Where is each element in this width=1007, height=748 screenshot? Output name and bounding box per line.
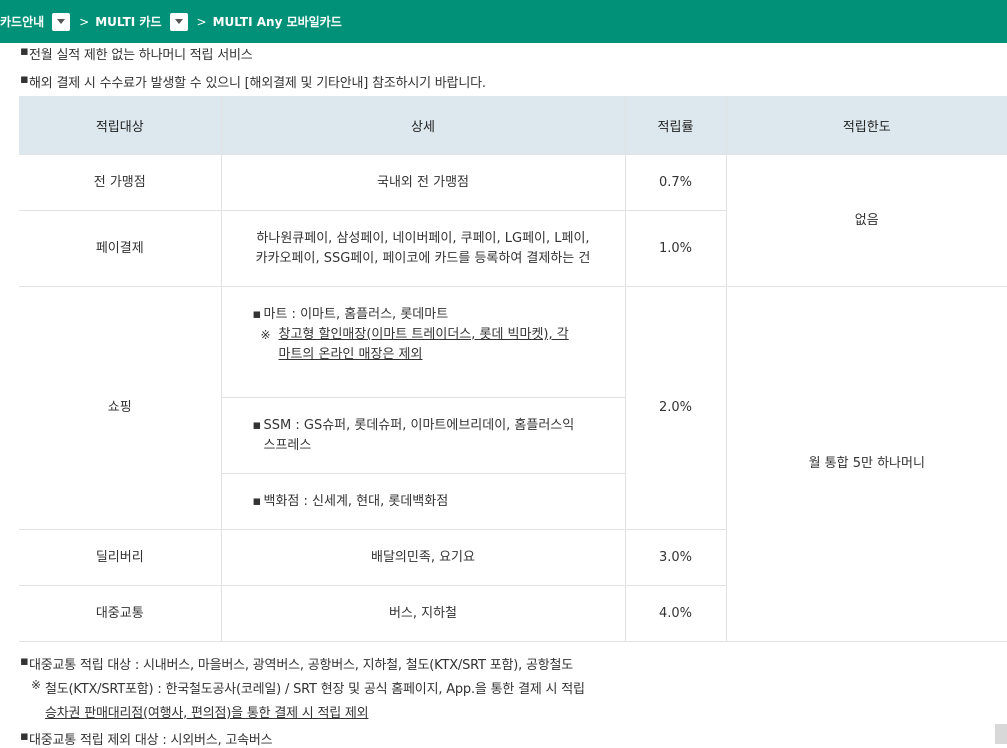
detail-line: 카카오페이, SSG페이, 페이코에 카드를 등록하여 결제하는 건 [255, 250, 591, 266]
note-text-line: 창고형 할인매장(이마트 트레이더스, 롯데 빅마켓), 각 [278, 327, 569, 342]
bullet-icon: ▪ [20, 654, 29, 669]
note-text: 대중교통 적립 대상 : 시내버스, 마을버스, 광역버스, 공항버스, 지하철… [29, 658, 573, 673]
list-item: ▪ 마트 : 이마트, 홈플러스, 롯데마트 [253, 305, 613, 325]
header-limit: 적립한도 [725, 96, 1007, 155]
cell-detail: 하나원큐페이, 삼성페이, 네이버페이, 쿠페이, LG페이, L페이, 카카오… [220, 210, 626, 287]
detail-text: SSM : GS슈퍼, 롯데슈퍼, 이마트에브리데이, 홈플러스익 스프레스 [264, 416, 575, 456]
cell-detail-dept: ▪ 백화점 : 신세계, 현대, 롯데백화점 [220, 473, 626, 530]
breadcrumb-label: MULTI Any 모바일카드 [212, 15, 342, 29]
detail-text: 마트 : 이마트, 홈플러스, 롯데마트 [263, 307, 449, 322]
cell-rate: 2.0% [624, 286, 727, 530]
bullet-icon: ▪ [20, 729, 29, 744]
table-row: 쇼핑 ▪ 마트 : 이마트, 홈플러스, 롯데마트 ※ 창고형 할인매장(이마트… [19, 286, 1007, 642]
breadcrumb-bar: 카드안내 > MULTI 카드 > MULTI Any 모바일카드 [0, 0, 1007, 43]
bullet-icon: ▪ [252, 417, 262, 433]
header-target: 적립대상 [19, 96, 221, 155]
list-item: ▪ SSM : GS슈퍼, 롯데슈퍼, 이마트에브리데이, 홈플러스익 스프레스 [253, 416, 613, 456]
note-text: 대중교통 적립 제외 대상 : 시외버스, 고속버스 [29, 733, 273, 748]
breadcrumb-label: 카드안내 [0, 15, 45, 29]
bullet-icon: ▪ [20, 72, 29, 87]
cell-target: 대중교통 [19, 585, 222, 642]
breadcrumb-item-current: MULTI Any 모바일카드 [213, 13, 342, 30]
bullet-icon: ▪ [252, 493, 262, 509]
table-header-row: 적립대상 상세 적립률 적립한도 [19, 96, 1007, 155]
cell-detail: 버스, 지하철 [220, 585, 626, 642]
dropdown-button-multi-card[interactable] [169, 12, 188, 31]
breadcrumb-label: MULTI 카드 [95, 15, 162, 29]
header-rate: 적립률 [624, 96, 726, 155]
reference-mark-icon: ※ [260, 328, 271, 342]
cell-rate: 1.0% [624, 210, 727, 287]
list-item: ▪ 백화점 : 신세계, 현대, 롯데백화점 [253, 492, 613, 512]
bullet-icon: ▪ [252, 307, 262, 322]
detail-line: 하나원큐페이, 삼성페이, 네이버페이, 쿠페이, LG페이, L페이, [256, 230, 590, 246]
dropdown-button-card-guide[interactable] [52, 12, 71, 31]
chevron-down-icon [57, 19, 66, 24]
breadcrumb-item-multi-card: MULTI 카드 [95, 12, 188, 31]
note-text: 철도(KTX/SRT포함) : 한국철도공사(코레일) / SRT 현장 및 공… [45, 682, 585, 697]
bullet-icon: ▪ [20, 44, 29, 59]
note-text: 승차권 판매대리점(여행사, 편의점)을 통한 결제 시 적립 제외 [45, 706, 369, 721]
breadcrumb-item-card-guide: 카드안내 [0, 12, 71, 31]
cell-target: 쇼핑 [19, 286, 222, 530]
table-row: 전 가맹점 국내외 전 가맹점 0.7% 없음 [19, 154, 1007, 287]
cell-limit: 없음 [725, 154, 1007, 287]
header-detail: 상세 [220, 96, 625, 155]
cell-detail-mart: ▪ 마트 : 이마트, 홈플러스, 롯데마트 ※ 창고형 할인매장(이마트 트레… [220, 286, 626, 398]
cell-limit: 월 통합 5만 하나머니 [725, 286, 1007, 642]
scrollbar-thumb[interactable] [995, 724, 1007, 744]
detail-text: 백화점 : 신세계, 현대, 롯데백화점 [263, 493, 449, 509]
cell-target: 전 가맹점 [19, 154, 222, 211]
cell-target: 페이결제 [19, 210, 222, 287]
cell-detail-ssm: ▪ SSM : GS슈퍼, 롯데슈퍼, 이마트에브리데이, 홈플러스익 스프레스 [220, 397, 626, 474]
detail-text-line: 스프레스 [263, 437, 312, 453]
cell-target: 딜리버리 [19, 529, 222, 586]
cell-detail: 국내외 전 가맹점 [220, 154, 626, 211]
note-text: 창고형 할인매장(이마트 트레이더스, 롯데 빅마켓), 각 마트의 온라인 매… [279, 325, 569, 365]
detail-text-line: SSM : GS슈퍼, 롯데슈퍼, 이마트에브리데이, 홈플러스익 [263, 417, 575, 433]
cell-rate: 4.0% [624, 585, 727, 642]
breadcrumb-separator: > [79, 14, 90, 29]
note-item: ※ 창고형 할인매장(이마트 트레이더스, 롯데 빅마켓), 각 마트의 온라인… [253, 325, 613, 365]
chevron-down-icon [174, 19, 183, 24]
note-text: 해외 결제 시 수수료가 발생할 수 있으니 [해외결제 및 기타안내] 참조하… [29, 76, 486, 91]
cell-detail: 배달의민족, 요기요 [220, 529, 626, 586]
cell-rate: 3.0% [624, 529, 727, 586]
accrual-table: 적립대상 상세 적립률 적립한도 전 가맹점 국내외 전 가맹점 0.7% 없음… [19, 96, 1007, 642]
note-text: 전월 실적 제한 없는 하나머니 적립 서비스 [29, 48, 253, 63]
note-text-line: 마트의 온라인 매장은 제외 [278, 347, 423, 362]
reference-mark-icon: ※ [31, 678, 41, 692]
breadcrumb-separator: > [196, 14, 207, 29]
cell-rate: 0.7% [624, 154, 727, 211]
